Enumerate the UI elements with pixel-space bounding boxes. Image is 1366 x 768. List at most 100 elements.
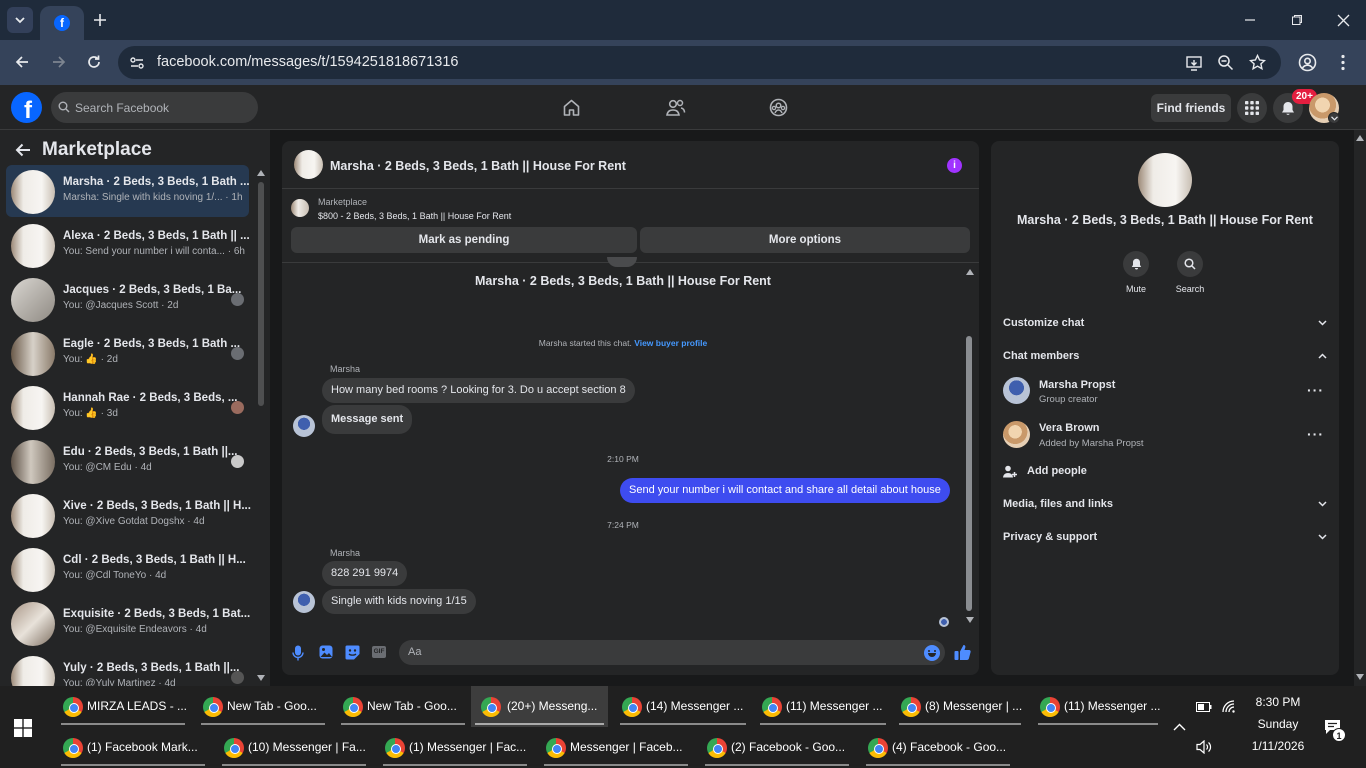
minimize-button[interactable]	[1240, 10, 1260, 30]
taskbar-window[interactable]: MIRZA LEADS - ...	[57, 686, 189, 727]
incoming-message[interactable]: How many bed rooms ? Looking for 3. Do u…	[322, 378, 635, 403]
sender-avatar[interactable]	[293, 415, 315, 437]
taskbar-window[interactable]: (8) Messenger | ...	[895, 686, 1025, 727]
chat-avatar-large[interactable]	[1138, 153, 1192, 207]
listing-title[interactable]: $800 - 2 Beds, 3 Beds, 1 Bath || House F…	[318, 211, 511, 221]
menu-button[interactable]	[1237, 93, 1267, 123]
facebook-search-input[interactable]: Search Facebook	[51, 92, 258, 123]
menu-kebab-icon[interactable]	[1338, 54, 1348, 71]
conversation-item[interactable]: Xive · 2 Beds, 3 Beds, 1 Bath || H... You…	[6, 489, 251, 541]
view-buyer-profile-link[interactable]: View buyer profile	[634, 338, 707, 348]
conversation-item[interactable]: Jacques · 2 Beds, 3 Beds, 1 Ba... You: @J…	[6, 273, 249, 325]
conversation-item[interactable]: Eagle · 2 Beds, 3 Beds, 1 Bath ... You: 👍…	[6, 327, 249, 379]
close-window-button[interactable]	[1333, 10, 1353, 30]
privacy-support-section[interactable]: Privacy & support	[1003, 531, 1327, 543]
conversation-item[interactable]: Marsha · 2 Beds, 3 Beds, 1 Bath ... Marsh…	[6, 165, 250, 217]
profile-icon[interactable]	[1298, 53, 1317, 72]
system-clock[interactable]: 8:30 PM Sunday 1/11/2026	[1232, 691, 1324, 757]
chat-avatar[interactable]	[294, 150, 323, 179]
conversation-item[interactable]: Alexa · 2 Beds, 3 Beds, 1 Bath || ... You…	[6, 219, 250, 271]
taskbar-window-active[interactable]: (20+) Messeng...	[471, 686, 608, 727]
facebook-f-glyph: f	[24, 96, 32, 124]
mark-as-pending-button[interactable]: Mark as pending	[291, 227, 637, 253]
mute-button[interactable]: Mute	[1111, 251, 1161, 294]
conversation-item[interactable]: Yuly · 2 Beds, 3 Beds, 1 Bath ||... You: …	[6, 651, 249, 686]
windows-start-icon[interactable]	[14, 719, 32, 737]
friends-icon[interactable]	[665, 98, 686, 117]
incoming-message[interactable]: 828 291 9974	[322, 561, 408, 586]
search-in-chat-button[interactable]: Search	[1165, 251, 1215, 294]
find-friends-button[interactable]: Find friends	[1151, 94, 1231, 122]
member-name[interactable]: Vera Brown	[1039, 422, 1100, 434]
conversation-item[interactable]: Cdl · 2 Beds, 3 Beds, 1 Bath || H... You:…	[6, 543, 249, 595]
volume-icon[interactable]	[1196, 740, 1212, 754]
taskbar-window[interactable]: (11) Messenger ...	[756, 686, 890, 727]
conversation-item[interactable]: Hannah Rae · 2 Beds, 3 Beds, ... You: 👍 ·…	[6, 381, 249, 433]
address-bar[interactable]: facebook.com/messages/t/1594251818671316	[118, 46, 1281, 79]
chat-title[interactable]: Marsha · 2 Beds, 3 Beds, 1 Bath || House…	[330, 159, 626, 173]
scroll-down-arrow-icon[interactable]	[966, 617, 974, 623]
zoom-out-icon[interactable]	[1217, 54, 1234, 71]
browser-tab-facebook[interactable]: f	[40, 6, 84, 40]
chat-members-section[interactable]: Chat members	[1003, 350, 1327, 362]
taskbar-window[interactable]: (11) Messenger ...	[1034, 686, 1162, 727]
taskbar-window[interactable]: (10) Messenger | Fa...	[218, 727, 370, 768]
scrollbar-thumb[interactable]	[966, 336, 972, 611]
member-options-button[interactable]: ···	[1307, 382, 1324, 398]
reload-button[interactable]	[84, 52, 104, 72]
site-settings-icon[interactable]	[129, 55, 145, 71]
conversation-preview: You: @CM Edu · 4d	[63, 462, 152, 473]
scroll-up-arrow-icon[interactable]	[1356, 135, 1364, 141]
taskbar-window[interactable]: (4) Facebook - Goo...	[862, 727, 1014, 768]
taskbar-window[interactable]: New Tab - Goo...	[337, 686, 469, 727]
new-tab-button[interactable]	[90, 10, 110, 30]
restore-button[interactable]	[1287, 10, 1307, 30]
back-arrow-icon[interactable]	[14, 142, 32, 158]
sender-avatar[interactable]	[293, 591, 315, 613]
taskbar-window[interactable]: (1) Facebook Mark...	[57, 727, 209, 768]
show-hidden-icons-chevron-icon[interactable]	[1173, 723, 1186, 731]
media-files-section[interactable]: Media, files and links	[1003, 498, 1327, 510]
bookmark-star-icon[interactable]	[1249, 54, 1266, 71]
scroll-down-arrow-icon[interactable]	[257, 675, 265, 681]
emoji-icon[interactable]	[924, 645, 940, 661]
taskbar-window[interactable]: (2) Facebook - Goo...	[701, 727, 853, 768]
facebook-logo-icon[interactable]: f	[11, 92, 42, 124]
forward-button[interactable]	[49, 52, 69, 72]
taskbar-window[interactable]: (1) Messenger | Fac...	[379, 727, 531, 768]
thumbs-up-icon[interactable]	[954, 644, 971, 661]
scroll-down-arrow-icon[interactable]	[1356, 674, 1364, 680]
member-avatar[interactable]	[1003, 421, 1030, 448]
outgoing-message[interactable]: Send your number i will contact and shar…	[620, 478, 950, 503]
more-options-button[interactable]: More options	[640, 227, 970, 253]
home-icon[interactable]	[562, 98, 581, 117]
message-input[interactable]: Aa	[399, 640, 945, 665]
info-icon[interactable]: i	[947, 158, 962, 173]
taskbar-window[interactable]: Messenger | Faceb...	[540, 727, 692, 768]
incoming-message[interactable]: Message sent	[322, 405, 413, 434]
taskbar-window[interactable]: (14) Messenger ...	[616, 686, 750, 727]
taskbar-window-label: New Tab - Goo...	[367, 699, 457, 713]
member-avatar[interactable]	[1003, 377, 1030, 404]
account-chevron-badge[interactable]	[1328, 112, 1340, 124]
member-options-button[interactable]: ···	[1307, 426, 1324, 442]
conversation-item[interactable]: Exquisite · 2 Beds, 3 Beds, 1 Bat... You:…	[6, 597, 250, 649]
incoming-message[interactable]: Single with kids noving 1/15	[322, 589, 476, 614]
customize-chat-section[interactable]: Customize chat	[1003, 317, 1327, 329]
scrollbar-thumb[interactable]	[258, 182, 264, 406]
scroll-up-arrow-icon[interactable]	[966, 269, 974, 275]
sticker-icon[interactable]	[345, 645, 360, 660]
install-app-icon[interactable]	[1185, 54, 1203, 72]
taskbar-window[interactable]: New Tab - Goo...	[197, 686, 329, 727]
groups-icon[interactable]	[769, 98, 788, 117]
gif-icon[interactable]: GIF	[372, 646, 386, 658]
photo-icon[interactable]	[319, 645, 333, 659]
back-button[interactable]	[12, 52, 32, 72]
scroll-up-arrow-icon[interactable]	[257, 170, 265, 176]
conversation-item[interactable]: Edu · 2 Beds, 3 Beds, 1 Bath ||... You: @…	[6, 435, 249, 487]
page-scrollbar[interactable]	[1354, 130, 1366, 686]
microphone-icon[interactable]	[292, 645, 304, 661]
tab-search-button[interactable]	[7, 7, 33, 33]
battery-icon[interactable]	[1196, 702, 1212, 712]
member-name[interactable]: Marsha Propst	[1039, 379, 1115, 391]
